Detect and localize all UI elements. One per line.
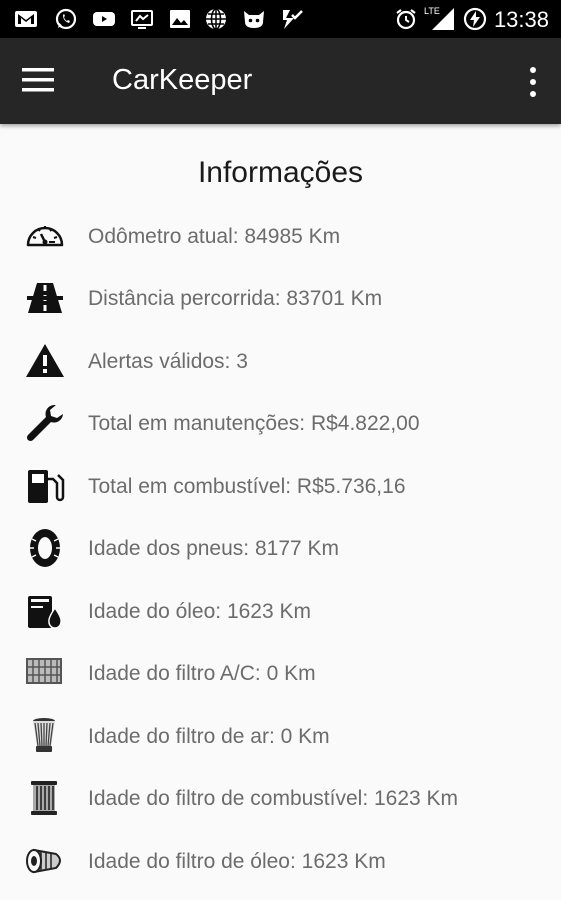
info-item-label: Distância percorrida: 83701 Km xyxy=(88,287,383,310)
info-item-odometer: Odômetro atual: 84985 Km xyxy=(0,209,561,265)
globe-icon xyxy=(206,8,226,30)
more-vert-icon[interactable] xyxy=(523,65,543,99)
info-item-tires: Idade dos pneus: 8177 Km xyxy=(0,521,561,577)
info-item-ac-filter: Idade do filtro A/C: 0 Km xyxy=(0,646,561,702)
cast-icon xyxy=(131,10,153,29)
info-item-label: Idade do óleo: 1623 Km xyxy=(88,600,312,623)
tire-icon xyxy=(30,529,60,567)
info-item-label: Idade dos pneus: 8177 Km xyxy=(88,537,340,560)
oil-filter-icon xyxy=(26,848,61,874)
signal-icon: LTE xyxy=(424,6,456,32)
section-title: Informações xyxy=(197,156,364,189)
warning-icon xyxy=(26,344,64,377)
info-item-distance: Distância percorrida: 83701 Km xyxy=(0,271,561,327)
status-bar: LTE 13:38 xyxy=(0,0,561,38)
app-bar: CarKeeper xyxy=(0,38,561,124)
road-icon xyxy=(27,283,63,313)
info-item-oil: Idade do óleo: 1623 Km xyxy=(0,584,561,640)
air-filter-icon xyxy=(33,718,55,752)
wrench-icon xyxy=(26,405,63,442)
info-item-fuel: Total em combustível: R$5.736,16 xyxy=(0,459,561,515)
info-item-label: Alertas válidos: 3 xyxy=(88,350,248,373)
hamburger-menu-icon[interactable] xyxy=(22,65,58,97)
info-item-label: Total em manutenções: R$4.822,00 xyxy=(88,412,420,435)
info-item-fuel-filter: Idade do filtro de combustível: 1623 Km xyxy=(0,771,561,827)
gallery-icon xyxy=(170,10,190,28)
youtube-icon xyxy=(93,12,115,26)
info-item-label: Idade do filtro de combustível: 1623 Km xyxy=(88,787,459,810)
network-type-label: LTE xyxy=(424,6,440,16)
info-item-label: Idade do filtro de óleo: 1623 Km xyxy=(88,850,386,873)
whatsapp-icon xyxy=(55,8,77,30)
info-content: Informações Odômetro atual: 84985 Km Dis… xyxy=(0,124,561,900)
fuel-pump-icon xyxy=(28,470,65,503)
app-title: CarKeeper xyxy=(112,64,253,96)
info-item-label: Odômetro atual: 84985 Km xyxy=(88,225,341,248)
info-item-maintenance: Total em manutenções: R$4.822,00 xyxy=(0,396,561,452)
gmail-icon xyxy=(15,11,37,27)
info-item-label: Idade do filtro de ar: 0 Km xyxy=(88,725,330,748)
speedometer-icon xyxy=(26,226,64,247)
info-item-air-filter: Idade do filtro de ar: 0 Km xyxy=(0,709,561,765)
battery-charging-icon xyxy=(463,7,487,31)
info-item-label: Total em combustível: R$5.736,16 xyxy=(88,475,406,498)
checklist-icon xyxy=(283,10,303,29)
info-item-oil-filter: Idade do filtro de óleo: 1623 Km xyxy=(0,834,561,890)
oil-can-icon xyxy=(28,596,62,629)
status-time: 13:38 xyxy=(493,7,549,32)
ac-filter-icon xyxy=(26,658,62,684)
info-item-alerts: Alertas válidos: 3 xyxy=(0,334,561,390)
cat-icon xyxy=(244,11,264,28)
fuel-filter-icon xyxy=(31,781,57,815)
alarm-icon xyxy=(396,9,416,30)
info-item-label: Idade do filtro A/C: 0 Km xyxy=(88,662,316,685)
